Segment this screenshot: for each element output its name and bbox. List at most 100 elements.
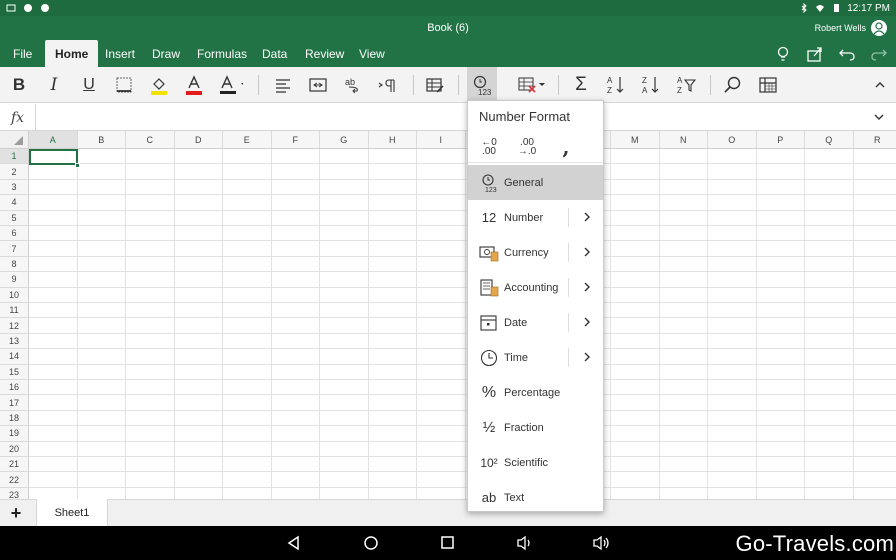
- submenu-chevron[interactable]: [581, 246, 593, 261]
- row-header[interactable]: 17: [0, 395, 29, 411]
- column-header[interactable]: D: [174, 131, 223, 149]
- selected-cell[interactable]: [29, 149, 78, 165]
- row-header[interactable]: 11: [0, 303, 29, 319]
- row-header[interactable]: 8: [0, 256, 29, 273]
- sheet-tab[interactable]: Sheet1: [36, 499, 108, 526]
- volume-down-icon[interactable]: [516, 535, 532, 551]
- row-header[interactable]: 20: [0, 441, 29, 457]
- row-header[interactable]: 4: [0, 195, 29, 211]
- home-icon[interactable]: [363, 535, 379, 551]
- row-header[interactable]: 9: [0, 272, 29, 288]
- autosum-button[interactable]: Σ: [569, 73, 593, 97]
- column-header[interactable]: E: [223, 131, 272, 149]
- column-header[interactable]: N: [659, 131, 708, 149]
- lightbulb-icon[interactable]: [774, 45, 792, 63]
- submenu-chevron[interactable]: [581, 351, 593, 366]
- column-header[interactable]: H: [368, 131, 417, 149]
- borders-button[interactable]: [112, 73, 136, 97]
- decrease-decimal-button[interactable]: ←0.00: [476, 135, 502, 159]
- tab-view[interactable]: View: [359, 47, 385, 61]
- column-header[interactable]: C: [126, 131, 175, 149]
- spreadsheet-grid[interactable]: ABCDEFGHIJKLMNOPQR1234567891011121314151…: [0, 131, 896, 499]
- row-header[interactable]: 15: [0, 364, 29, 380]
- insert-function-button[interactable]: fx: [0, 104, 36, 131]
- tab-draw[interactable]: Draw: [152, 47, 180, 61]
- tab-home[interactable]: Home: [45, 40, 99, 67]
- column-header[interactable]: P: [756, 131, 805, 149]
- row-header[interactable]: 7: [0, 241, 29, 257]
- collapse-ribbon-button[interactable]: [868, 73, 892, 97]
- back-icon[interactable]: [286, 535, 302, 551]
- find-button[interactable]: [721, 73, 745, 97]
- undo-icon[interactable]: [838, 45, 856, 63]
- row-header[interactable]: 13: [0, 333, 29, 350]
- column-header[interactable]: I: [417, 131, 466, 149]
- select-all-corner[interactable]: [0, 131, 29, 149]
- menu-item-fraction[interactable]: ½ Fraction: [468, 410, 603, 445]
- share-icon[interactable]: [806, 45, 824, 63]
- increase-decimal-button[interactable]: .00 →.0: [514, 135, 540, 159]
- font-color-button[interactable]: [182, 73, 206, 97]
- menu-item-date[interactable]: Date: [468, 305, 603, 340]
- menu-item-time[interactable]: Time: [468, 340, 603, 375]
- submenu-chevron[interactable]: [581, 281, 593, 296]
- tab-file[interactable]: File: [13, 47, 32, 61]
- row-header[interactable]: 10: [0, 287, 29, 303]
- wrap-text-button[interactable]: ab: [341, 73, 365, 97]
- tab-formulas[interactable]: Formulas: [197, 47, 247, 61]
- tab-insert[interactable]: Insert: [105, 47, 135, 61]
- conditional-format-button[interactable]: [423, 73, 447, 97]
- insert-delete-button[interactable]: [517, 73, 549, 97]
- sort-descending-button[interactable]: ZA: [639, 73, 663, 97]
- recents-icon[interactable]: [440, 535, 456, 551]
- volume-up-icon[interactable]: [592, 535, 609, 551]
- row-header[interactable]: 2: [0, 164, 29, 180]
- redo-icon[interactable]: [870, 45, 888, 63]
- font-format-button[interactable]: [219, 73, 243, 97]
- column-header[interactable]: R: [853, 131, 896, 149]
- fill-color-button[interactable]: [147, 73, 171, 97]
- sort-ascending-button[interactable]: AZ: [604, 73, 628, 97]
- comma-style-button[interactable]: ,: [553, 135, 579, 159]
- row-header[interactable]: 19: [0, 426, 29, 442]
- row-header[interactable]: 23: [0, 487, 29, 499]
- formula-input[interactable]: [37, 104, 866, 130]
- menu-item-general[interactable]: 123 General: [468, 165, 603, 200]
- freeze-panes-button[interactable]: [756, 73, 780, 97]
- row-header[interactable]: 3: [0, 179, 29, 196]
- tab-data[interactable]: Data: [262, 47, 287, 61]
- row-header[interactable]: 22: [0, 472, 29, 488]
- menu-item-accounting[interactable]: Accounting: [468, 270, 603, 305]
- add-sheet-button[interactable]: +: [6, 503, 26, 523]
- column-header[interactable]: O: [708, 131, 757, 149]
- menu-item-currency[interactable]: Currency: [468, 235, 603, 270]
- column-header[interactable]: G: [320, 131, 369, 149]
- row-header[interactable]: 1: [0, 149, 29, 165]
- filter-button[interactable]: AZ: [674, 73, 698, 97]
- align-button[interactable]: [271, 73, 295, 97]
- submenu-chevron[interactable]: [581, 211, 593, 226]
- tab-review[interactable]: Review: [305, 47, 344, 61]
- column-header[interactable]: B: [77, 131, 126, 149]
- merge-center-button[interactable]: [306, 73, 330, 97]
- row-header[interactable]: 5: [0, 210, 29, 226]
- menu-item-text[interactable]: ab Text: [468, 480, 603, 515]
- column-header[interactable]: A: [29, 131, 78, 149]
- column-header[interactable]: M: [611, 131, 660, 149]
- menu-item-number[interactable]: 12 Number: [468, 200, 603, 235]
- text-direction-button[interactable]: [376, 73, 400, 97]
- user-avatar[interactable]: [871, 20, 887, 36]
- bold-button[interactable]: B: [7, 73, 31, 97]
- menu-item-percentage[interactable]: % Percentage: [468, 375, 603, 410]
- row-header[interactable]: 12: [0, 318, 29, 334]
- fill-handle[interactable]: [75, 163, 80, 168]
- user-name[interactable]: Robert Wells: [815, 23, 866, 33]
- expand-formula-button[interactable]: [872, 110, 886, 129]
- underline-button[interactable]: U: [77, 73, 101, 97]
- submenu-chevron[interactable]: [581, 316, 593, 331]
- column-header[interactable]: Q: [805, 131, 854, 149]
- italic-button[interactable]: I: [42, 73, 66, 97]
- number-format-button[interactable]: 123: [467, 67, 497, 103]
- row-header[interactable]: 16: [0, 380, 29, 396]
- row-header[interactable]: 6: [0, 226, 29, 242]
